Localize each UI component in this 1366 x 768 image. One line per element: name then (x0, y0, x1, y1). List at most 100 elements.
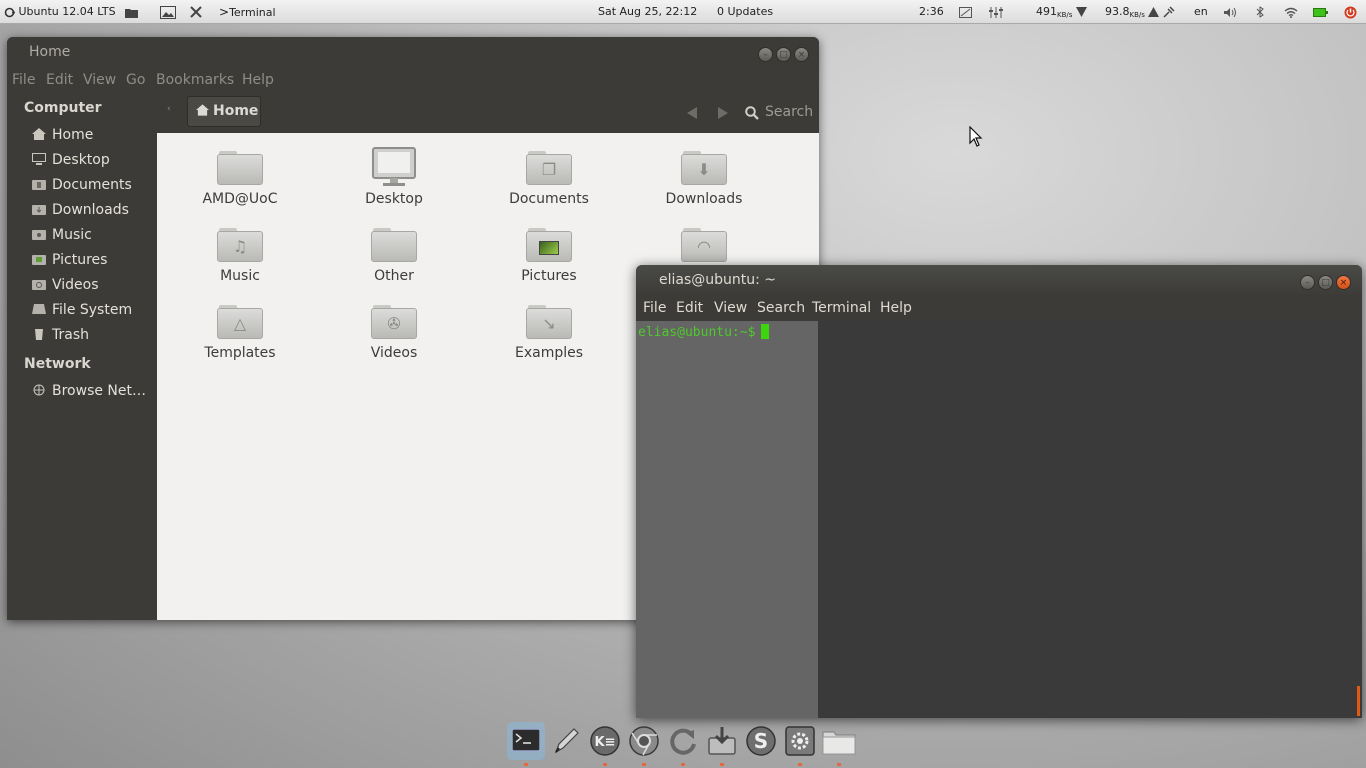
net-down-indicator[interactable]: 491KB/s (1036, 0, 1087, 24)
terminal-scrollbar[interactable] (1357, 686, 1360, 716)
search-label[interactable]: Search (765, 104, 813, 120)
back-icon[interactable] (687, 107, 697, 119)
file-item-label: AMD@UoC (202, 191, 278, 207)
menu-help[interactable]: Help (242, 72, 274, 88)
file-item-documents[interactable]: ❐ Documents (489, 151, 609, 207)
menu-view[interactable]: View (83, 72, 116, 88)
updates-indicator[interactable]: 0 Updates (717, 0, 773, 24)
terminal-menu-help[interactable]: Help (880, 300, 912, 316)
minimize-button[interactable]: – (1300, 275, 1315, 290)
file-item-templates[interactable]: △ Templates (180, 305, 300, 361)
file-item-amd-uoc[interactable]: AMD@UoC (180, 151, 300, 207)
terminal-menu-terminal[interactable]: Terminal (812, 300, 871, 316)
tools-icon (190, 6, 202, 18)
sidebar-heading-computer: Computer (24, 100, 102, 116)
sidebar-item-label: Videos (52, 277, 99, 293)
dock-skype[interactable]: S (742, 722, 780, 760)
bluetooth-indicator[interactable] (1256, 0, 1264, 24)
tools-launcher[interactable] (190, 0, 202, 24)
dock-files[interactable] (820, 722, 858, 760)
distro-menu[interactable]: Ubuntu 12.04 LTS (4, 0, 116, 24)
terminal-screen[interactable]: elias@ubuntu:~$ (636, 321, 1362, 718)
file-item-public[interactable]: ◠ (644, 228, 764, 268)
files-launcher[interactable] (125, 0, 138, 24)
menu-file[interactable]: File (12, 72, 35, 88)
folder-music-icon: ♫ (217, 228, 263, 262)
sidebar-item-videos[interactable]: Videos (32, 274, 156, 296)
skype-icon: S (746, 726, 776, 756)
terminal-titlebar[interactable]: elias@ubuntu: ~ – □ × (636, 265, 1362, 296)
menu-go[interactable]: Go (126, 72, 145, 88)
maximize-button[interactable]: □ (776, 47, 791, 62)
search-icon[interactable] (745, 106, 759, 120)
forward-icon[interactable] (718, 107, 728, 119)
minimize-button[interactable]: – (758, 47, 773, 62)
dock-kde-app[interactable]: K≡ (586, 722, 624, 760)
wifi-indicator[interactable] (1284, 0, 1298, 24)
dock-settings[interactable] (781, 722, 819, 760)
sidebar-item-pictures[interactable]: Pictures (32, 249, 156, 271)
dock-software-installer[interactable] (703, 722, 741, 760)
folder-downloads-icon (32, 205, 46, 215)
net-up-indicator[interactable]: 93.8KB/s (1105, 0, 1175, 24)
sound-indicator[interactable] (1224, 0, 1237, 24)
file-item-label: Templates (204, 345, 276, 361)
terminal-menu-file[interactable]: File (643, 300, 666, 316)
dock-running-indicator (642, 763, 646, 766)
file-item-downloads[interactable]: ⬇ Downloads (644, 151, 764, 207)
sidebar-item-home[interactable]: Home (32, 124, 156, 146)
maximize-button[interactable]: □ (1318, 275, 1333, 290)
dock-text-editor[interactable] (547, 722, 585, 760)
file-item-music[interactable]: ♫ Music (180, 228, 300, 284)
folder-downloads-icon: ⬇ (681, 151, 727, 185)
terminal-menu-search[interactable]: Search (757, 300, 805, 316)
terminal-window[interactable]: elias@ubuntu: ~ – □ × File Edit View Searc… (636, 265, 1362, 718)
dock-terminal[interactable] (507, 722, 545, 760)
battery-indicator[interactable] (1313, 0, 1328, 24)
display-indicator[interactable] (959, 0, 972, 24)
mixer-indicator[interactable] (989, 0, 1003, 24)
sidebar-item-browse-network[interactable]: Browse Net… (32, 380, 156, 402)
sidebar-item-file-system[interactable]: File System (32, 299, 156, 321)
mouse-pointer-icon (969, 126, 983, 147)
file-item-label: Pictures (521, 268, 577, 284)
pen-icon (554, 728, 579, 754)
terminal-menu-view[interactable]: View (714, 300, 747, 316)
sidebar-item-trash[interactable]: Trash (32, 324, 156, 346)
close-button[interactable]: × (1336, 275, 1351, 290)
file-item-examples[interactable]: ↘ Examples (489, 305, 609, 361)
path-button-home[interactable]: Home (187, 96, 261, 127)
path-scroll-left-icon[interactable]: ‹ (167, 104, 171, 114)
dock-update-manager[interactable] (664, 722, 702, 760)
folder-pictures-icon (32, 255, 46, 265)
sidebar-item-music[interactable]: Music (32, 224, 156, 246)
window-controls: – □ × (755, 45, 809, 62)
dock-chrome[interactable] (625, 722, 663, 760)
close-button[interactable]: × (794, 47, 809, 62)
file-item-videos[interactable]: ✇ Videos (334, 305, 454, 361)
file-item-desktop[interactable]: Desktop (334, 147, 454, 207)
folder-videos-icon: ✇ (371, 305, 417, 339)
dock-running-indicator (603, 763, 607, 766)
folder-link-icon: ↘ (526, 305, 572, 339)
trash-icon (35, 329, 43, 340)
folder-icon (217, 151, 263, 185)
menu-bookmarks[interactable]: Bookmarks (156, 72, 234, 88)
image-launcher[interactable] (160, 0, 176, 24)
terminal-cursor (761, 324, 770, 339)
file-manager-titlebar[interactable]: Home – □ × (7, 37, 819, 68)
keyboard-indicator[interactable]: en (1194, 0, 1208, 24)
dock-running-indicator (524, 763, 528, 766)
file-item-pictures[interactable]: Pictures (489, 228, 609, 284)
session-indicator[interactable] (1344, 0, 1357, 24)
menu-edit[interactable]: Edit (46, 72, 73, 88)
datetime-indicator[interactable]: Sat Aug 25, 22:12 (598, 0, 697, 24)
active-app-menu[interactable]: >Terminal (219, 0, 276, 24)
file-item-label: Music (220, 268, 260, 284)
sidebar-item-documents[interactable]: Documents (32, 174, 156, 196)
sidebar-item-downloads[interactable]: Downloads (32, 199, 156, 221)
clock-indicator[interactable]: 2:36 (919, 0, 944, 24)
sidebar-item-desktop[interactable]: Desktop (32, 149, 156, 171)
terminal-menu-edit[interactable]: Edit (676, 300, 703, 316)
file-item-other[interactable]: Other (334, 228, 454, 284)
